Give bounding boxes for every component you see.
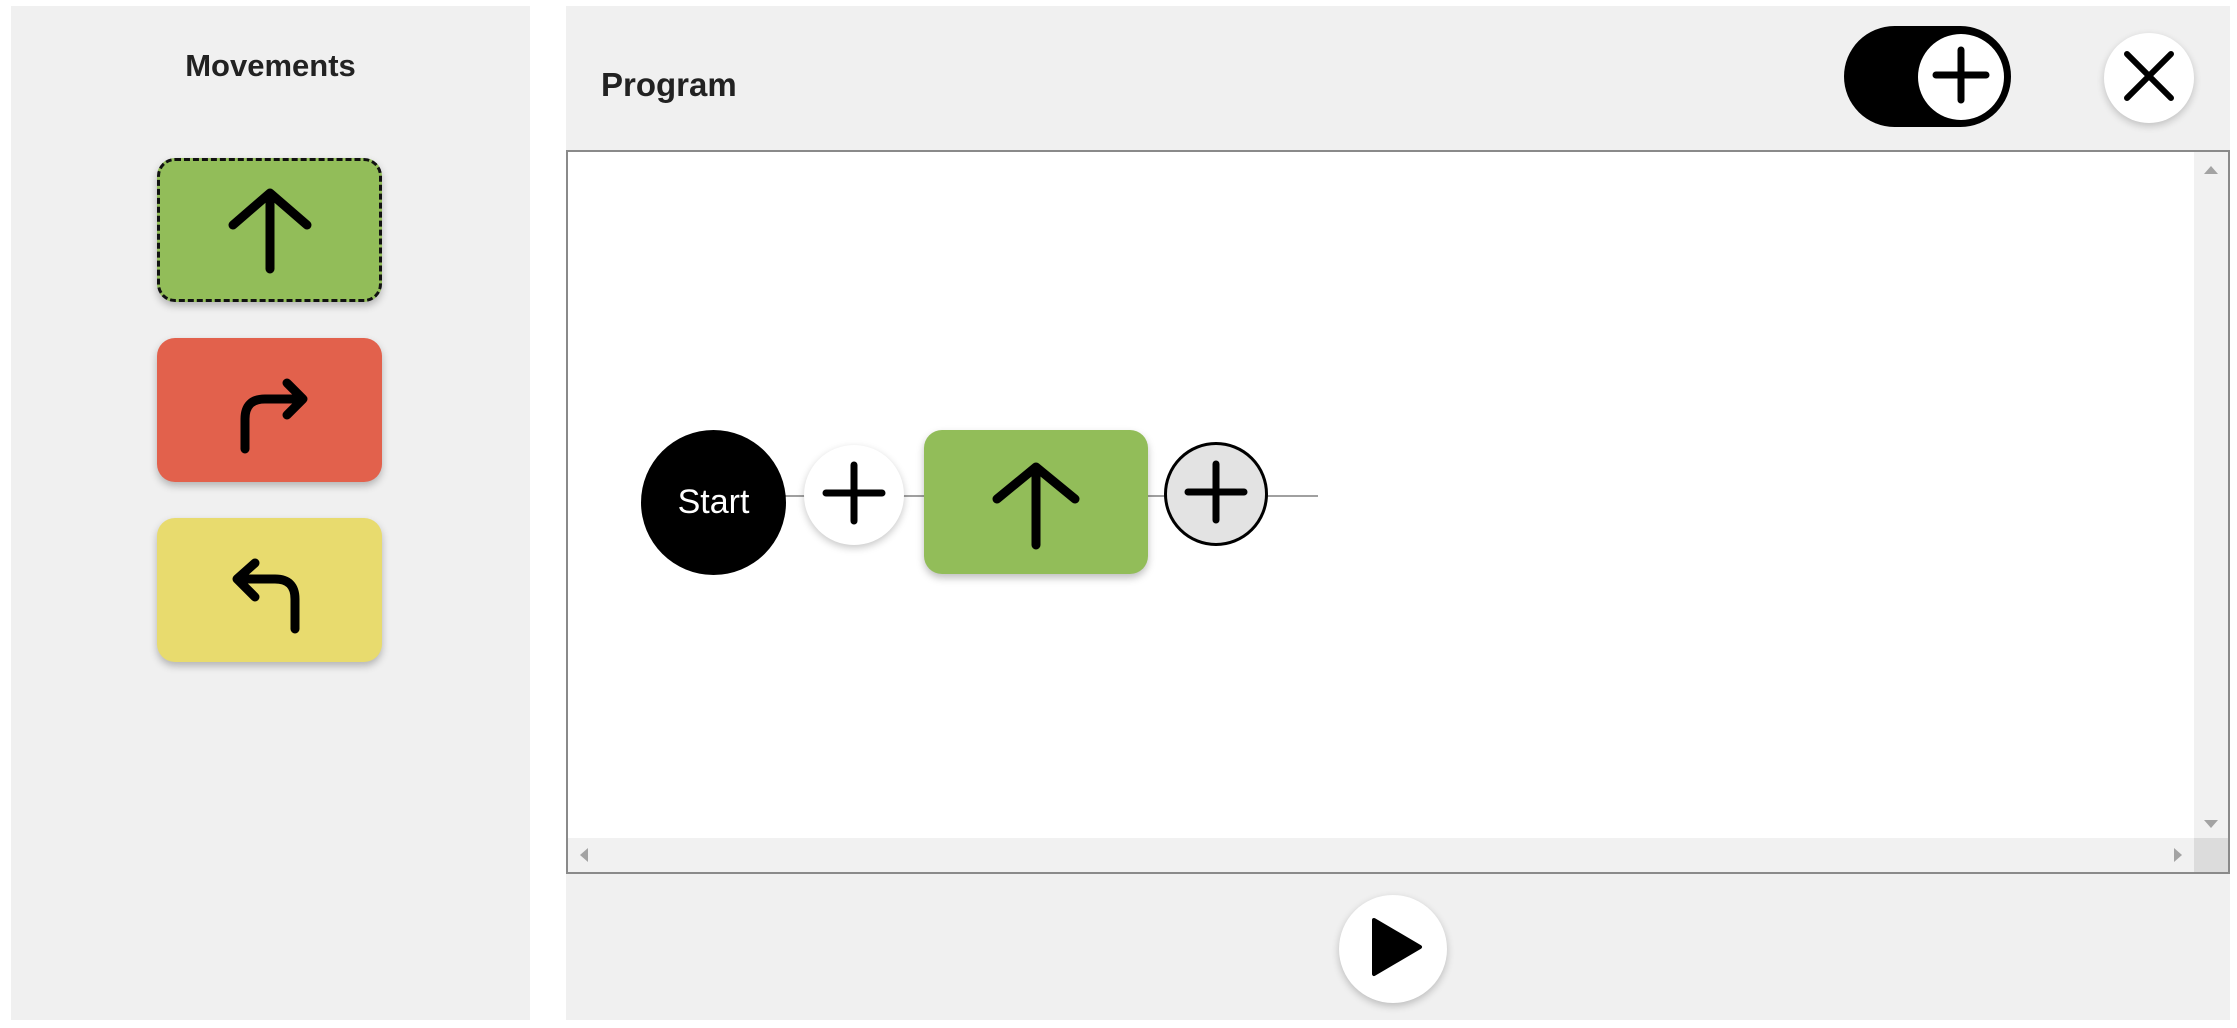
plus-icon — [822, 461, 886, 530]
program-panel: Program Start — [566, 6, 2230, 1020]
horizontal-scrollbar[interactable] — [568, 838, 2194, 872]
plus-circle-icon — [1926, 40, 1996, 115]
vertical-scrollbar[interactable] — [2194, 152, 2228, 838]
program-title: Program — [601, 66, 737, 103]
turn-left-arrow-icon — [215, 535, 325, 645]
scroll-up-arrow-icon[interactable] — [2204, 166, 2218, 174]
move-forward-button[interactable] — [157, 158, 382, 302]
movements-panel: Movements — [11, 6, 530, 1020]
scroll-down-arrow-icon[interactable] — [2204, 820, 2218, 828]
program-step-forward[interactable] — [924, 430, 1148, 574]
start-node[interactable]: Start — [641, 430, 786, 575]
scroll-right-arrow-icon[interactable] — [2174, 848, 2182, 862]
close-icon — [2121, 48, 2177, 109]
close-button[interactable] — [2104, 33, 2194, 123]
turn-right-arrow-icon — [215, 355, 325, 465]
move-turn-right-button[interactable] — [157, 338, 382, 482]
move-turn-left-button[interactable] — [157, 518, 382, 662]
insert-step-button[interactable] — [804, 445, 904, 545]
toggle-knob — [1918, 34, 2004, 120]
program-canvas[interactable]: Start — [566, 150, 2230, 874]
add-mode-toggle[interactable] — [1844, 26, 2011, 127]
run-program-button[interactable] — [1339, 895, 1447, 1003]
start-label: Start — [677, 483, 750, 521]
movements-title: Movements — [185, 48, 356, 83]
append-step-button[interactable] — [1164, 442, 1268, 546]
arrow-up-icon — [215, 175, 325, 285]
plus-icon — [1184, 460, 1248, 529]
scroll-left-arrow-icon[interactable] — [580, 848, 588, 862]
arrow-up-icon — [981, 445, 1091, 560]
play-icon — [1358, 912, 1428, 987]
scrollbar-corner — [2194, 838, 2228, 872]
